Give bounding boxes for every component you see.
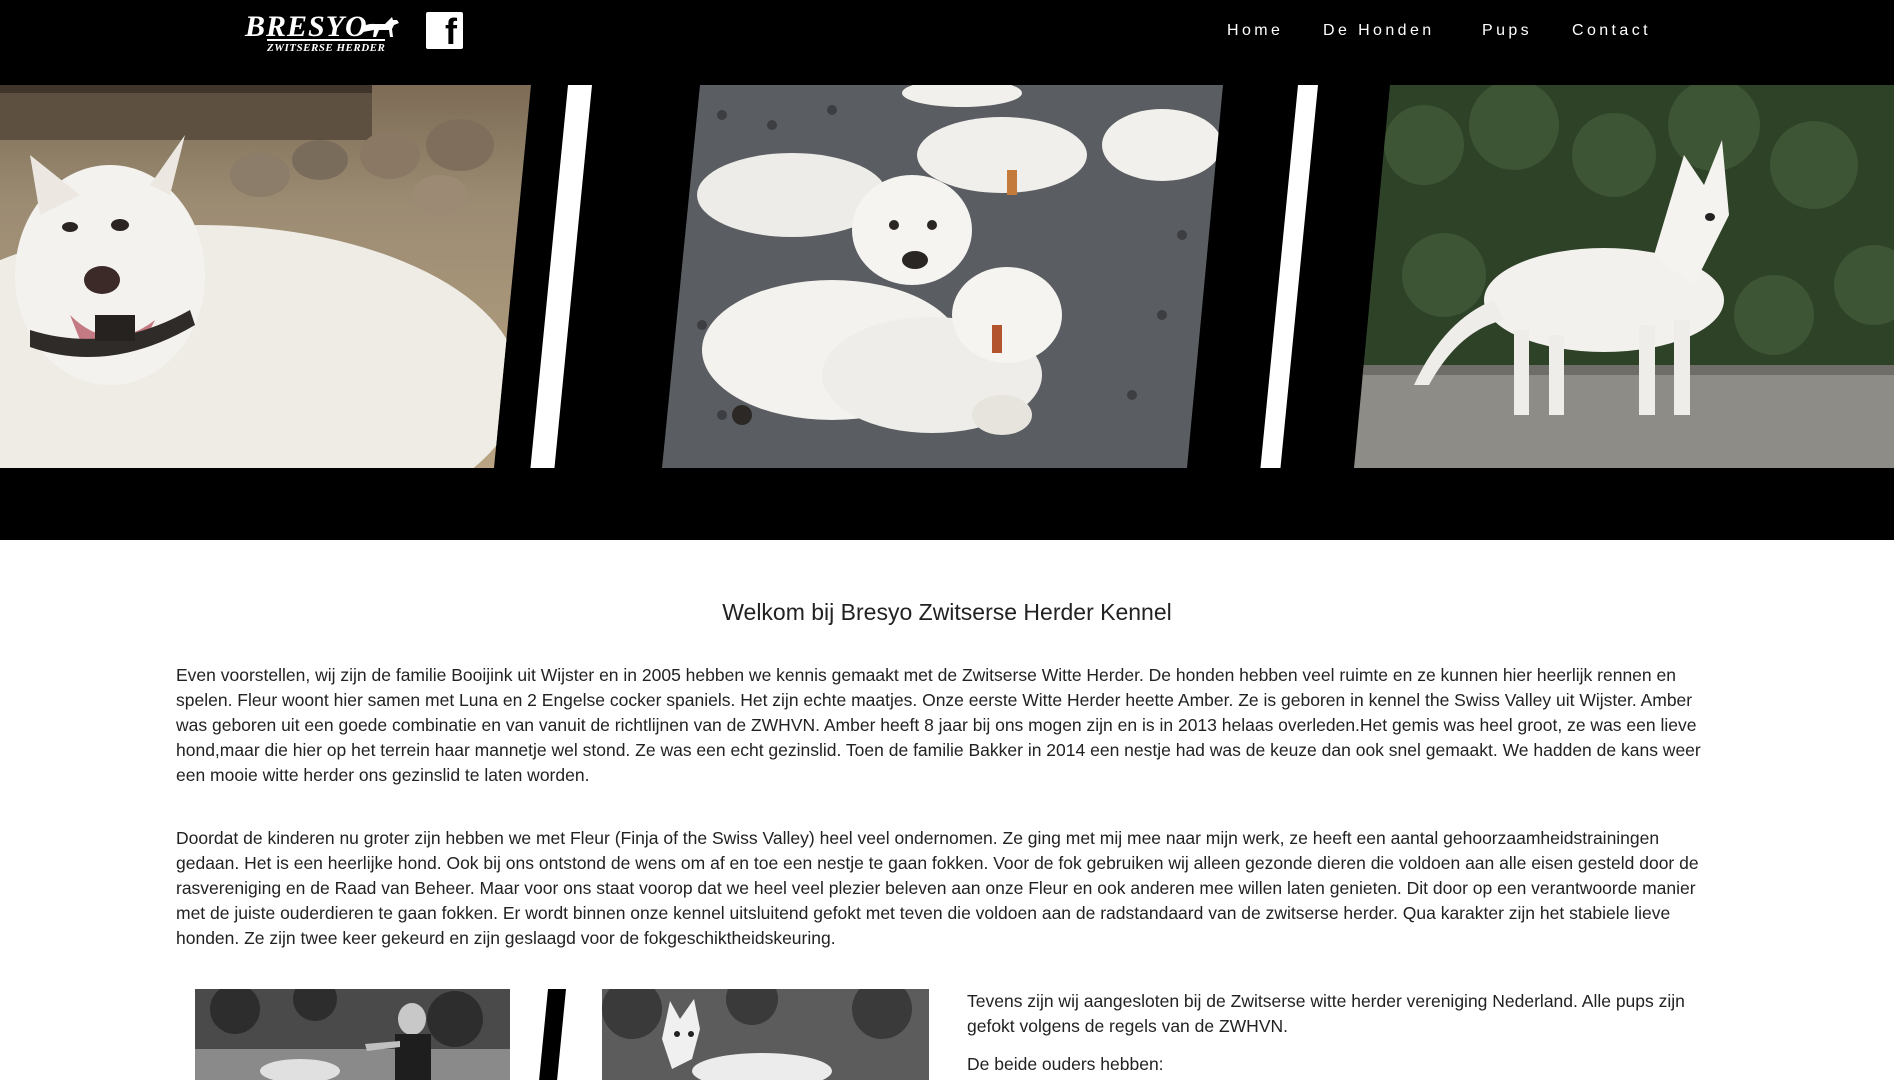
association-text: Tevens zijn wij aangesloten bij de Zwits… xyxy=(967,991,1685,1036)
nav-de-honden[interactable]: De Honden xyxy=(1323,22,1435,40)
nav-home[interactable]: Home xyxy=(1227,22,1283,40)
intro-paragraph: Even voorstellen, wij zijn de familie Bo… xyxy=(176,665,1701,785)
hero-image-dog-portrait xyxy=(0,85,531,468)
logo-tagline: ZWITSERSE HERDER xyxy=(267,39,386,54)
bresyo-logo[interactable]: BRESYO ZWITSERSE HERDER xyxy=(243,10,403,54)
facebook-glyph: f xyxy=(445,11,457,52)
breeding-paragraph: Doordat de kinderen nu groter zijn hebbe… xyxy=(176,828,1699,948)
photo-divider-stripe xyxy=(539,989,566,1080)
family-photo xyxy=(195,989,510,1080)
hero-image-standing-dog xyxy=(1354,85,1894,468)
hero-banner xyxy=(0,85,1894,540)
nav-pups[interactable]: Pups xyxy=(1482,22,1532,40)
dog-silhouette-icon xyxy=(361,17,399,37)
hero-image-puppies xyxy=(662,85,1223,468)
nav-contact[interactable]: Contact xyxy=(1572,22,1651,40)
hero-divider-stripe xyxy=(1260,85,1318,468)
page-title: Welkom bij Bresyo Zwitserse Herder Kenne… xyxy=(722,599,1172,625)
facebook-icon[interactable]: f xyxy=(426,11,463,52)
hero-divider-stripe xyxy=(530,85,592,468)
top-navigation-bar: BRESYO ZWITSERSE HERDER f Home De Honden… xyxy=(0,0,1894,85)
parents-heading: De beide ouders hebben: xyxy=(967,1054,1164,1074)
dog-bw-photo xyxy=(602,989,929,1080)
